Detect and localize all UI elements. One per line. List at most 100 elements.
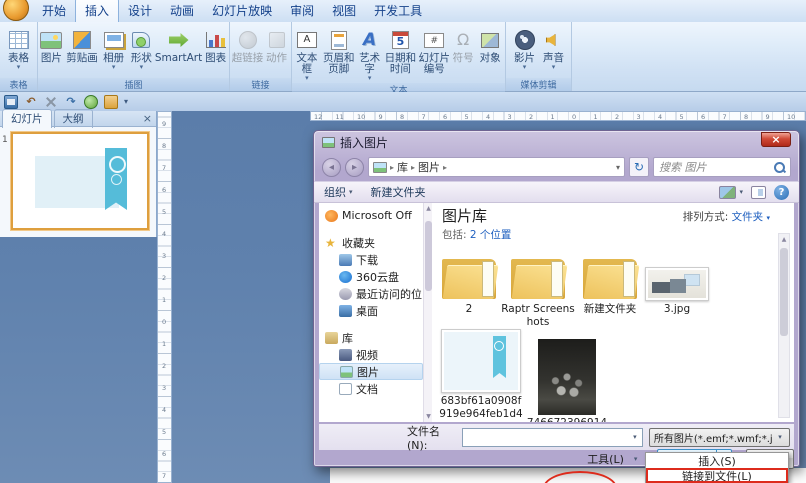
clipart-button[interactable]: 剪贴画: [65, 25, 99, 64]
shapes-button[interactable]: 形状 ▾: [128, 25, 155, 72]
help-icon[interactable]: ?: [774, 185, 789, 200]
desktop-icon: [339, 305, 352, 317]
sidebar-item-documents[interactable]: 文档: [319, 380, 423, 397]
tab-home[interactable]: 开始: [33, 0, 75, 22]
close-panel-icon[interactable]: ×: [143, 112, 152, 125]
sidebar-item-recent-places[interactable]: 最近访问的位...: [319, 285, 423, 302]
ribbon-group-illustrations: 图片 剪贴画 相册 ▾ 形状 ▾ SmartAr: [38, 22, 230, 91]
breadcrumb-libraries[interactable]: 库: [397, 159, 408, 175]
dialog-body: Microsoft Off ★ 收藏夹 下载 360云盘 最近访问的位...: [319, 203, 794, 422]
h-ruler-number: 4: [658, 113, 662, 121]
office-button-icon[interactable]: [3, 0, 29, 21]
file-item[interactable]: 新建文件夹: [576, 237, 644, 329]
slide-thumbnail[interactable]: [11, 132, 149, 230]
breadcrumb-dropdown-icon[interactable]: ▾: [616, 163, 620, 172]
chevron-down-icon: ▾: [17, 64, 21, 72]
v-ruler-number: 9: [162, 120, 166, 128]
dialog-title: 插入图片: [340, 134, 388, 151]
file-item[interactable]: Raptr Screenshots: [500, 237, 576, 329]
back-button[interactable]: ◂: [322, 158, 341, 177]
organize-button[interactable]: 组织 ▾: [324, 184, 353, 200]
chart-button[interactable]: 图表: [202, 25, 229, 64]
menu-item-insert[interactable]: 插入(S): [646, 453, 788, 468]
tab-slides[interactable]: 幻灯片: [2, 109, 52, 128]
save-icon[interactable]: [4, 95, 18, 109]
sidebar-item-microsoft-office[interactable]: Microsoft Off: [319, 207, 423, 224]
tab-developer[interactable]: 开发工具: [365, 0, 431, 22]
date-time-button[interactable]: 5 日期和时间: [384, 25, 418, 75]
tab-review[interactable]: 审阅: [281, 0, 323, 22]
file-item[interactable]: 2: [438, 237, 500, 329]
sidebar-item-pictures[interactable]: 图片: [319, 363, 423, 380]
tab-insert[interactable]: 插入: [75, 0, 119, 22]
cut-icon[interactable]: [44, 95, 58, 109]
h-ruler-number: 9: [766, 113, 770, 121]
breadcrumb[interactable]: ▸ 库 ▸ 图片 ▸ ▾: [368, 157, 625, 177]
menu-item-link-to-file[interactable]: 链接到文件(L): [646, 468, 788, 483]
wordart-button[interactable]: A 艺术字 ▾: [356, 25, 384, 83]
file-item[interactable]: 3.jpg: [644, 237, 710, 329]
chevron-down-icon: ▾: [739, 188, 743, 196]
close-button[interactable]: ×: [761, 132, 791, 147]
slide-number: 1: [2, 135, 8, 145]
sidebar-item-downloads[interactable]: 下载: [319, 251, 423, 268]
breadcrumb-pictures[interactable]: 图片: [418, 159, 440, 175]
tab-design[interactable]: 设计: [119, 0, 161, 22]
table-button[interactable]: 表格 ▾: [2, 25, 36, 72]
tab-view[interactable]: 视图: [323, 0, 365, 22]
scroll-up-icon[interactable]: ▲: [779, 236, 789, 243]
search-input[interactable]: 搜索 图片: [653, 157, 791, 177]
movie-icon: [515, 30, 535, 50]
filetype-dropdown[interactable]: 所有图片(*.emf;*.wmf;*.jpg;*.j ▾: [649, 428, 790, 447]
filename-text-input[interactable]: [463, 430, 628, 445]
tab-outline[interactable]: 大纲: [54, 109, 93, 128]
web-icon[interactable]: [84, 95, 98, 109]
chevron-down-icon[interactable]: ▾: [628, 433, 642, 441]
slide-number-button[interactable]: # 幻灯片编号: [417, 25, 451, 75]
refresh-icon[interactable]: ↻: [629, 157, 649, 177]
views-button[interactable]: ▾: [719, 186, 743, 199]
undo-icon[interactable]: ↶: [24, 95, 38, 109]
movie-button[interactable]: 影片 ▾: [510, 25, 540, 72]
sidebar-item-desktop[interactable]: 桌面: [319, 302, 423, 319]
sound-icon: [546, 34, 556, 46]
paste-icon[interactable]: [104, 95, 118, 109]
file-list-scrollbar[interactable]: ▲: [778, 233, 790, 418]
preview-pane-icon[interactable]: [751, 186, 766, 199]
object-button[interactable]: 对象: [475, 25, 505, 64]
tab-animations[interactable]: 动画: [161, 0, 203, 22]
forward-button[interactable]: ▸: [345, 158, 364, 177]
h-ruler-number: 7: [723, 113, 727, 121]
sidebar-item-libraries[interactable]: 库: [319, 329, 423, 346]
filename-input[interactable]: ▾: [462, 428, 643, 447]
photo-album-button[interactable]: 相册 ▾: [99, 25, 128, 72]
qat-more-icon[interactable]: ▾: [124, 97, 128, 106]
redo-icon[interactable]: ↷: [64, 95, 78, 109]
sidebar-item-favorites[interactable]: ★ 收藏夹: [319, 234, 423, 251]
sidebar-item-360-cloud[interactable]: 360云盘: [319, 268, 423, 285]
file-item[interactable]: 683bf61a0908f919e964feb1d44c842c.jpg: [438, 329, 524, 422]
smartart-icon: [169, 33, 189, 47]
picture-button[interactable]: 图片: [38, 25, 65, 64]
recent-places-icon: [339, 288, 352, 300]
arrange-by-control[interactable]: 排列方式: 文件夹 ▾: [683, 209, 770, 224]
scrollbar-thumb[interactable]: [425, 221, 432, 291]
object-icon: [481, 33, 499, 48]
scrollbar-thumb[interactable]: [780, 248, 788, 336]
sidebar-item-videos[interactable]: 视频: [319, 346, 423, 363]
v-ruler-number: 7: [162, 472, 166, 480]
folder-icon: [583, 255, 637, 301]
v-ruler-number: 0: [162, 318, 166, 326]
new-folder-button[interactable]: 新建文件夹: [371, 184, 426, 200]
sound-button[interactable]: 声音 ▾: [540, 25, 568, 72]
textbox-button[interactable]: A 文本框 ▾: [292, 25, 322, 83]
sidebar-scrollbar[interactable]: ▲ ▼: [423, 203, 432, 422]
file-item[interactable]: 7466723969148992127.jpg: [524, 335, 610, 422]
dialog-titlebar[interactable]: 插入图片: [314, 131, 799, 153]
header-footer-button[interactable]: 页眉和页脚: [322, 25, 356, 75]
h-ruler-number: 10: [787, 113, 795, 121]
tools-button[interactable]: 工具(L) ▾: [587, 451, 637, 467]
chart-icon: [206, 32, 226, 48]
smartart-button[interactable]: SmartArt: [155, 25, 202, 64]
tab-slideshow[interactable]: 幻灯片放映: [203, 0, 281, 22]
